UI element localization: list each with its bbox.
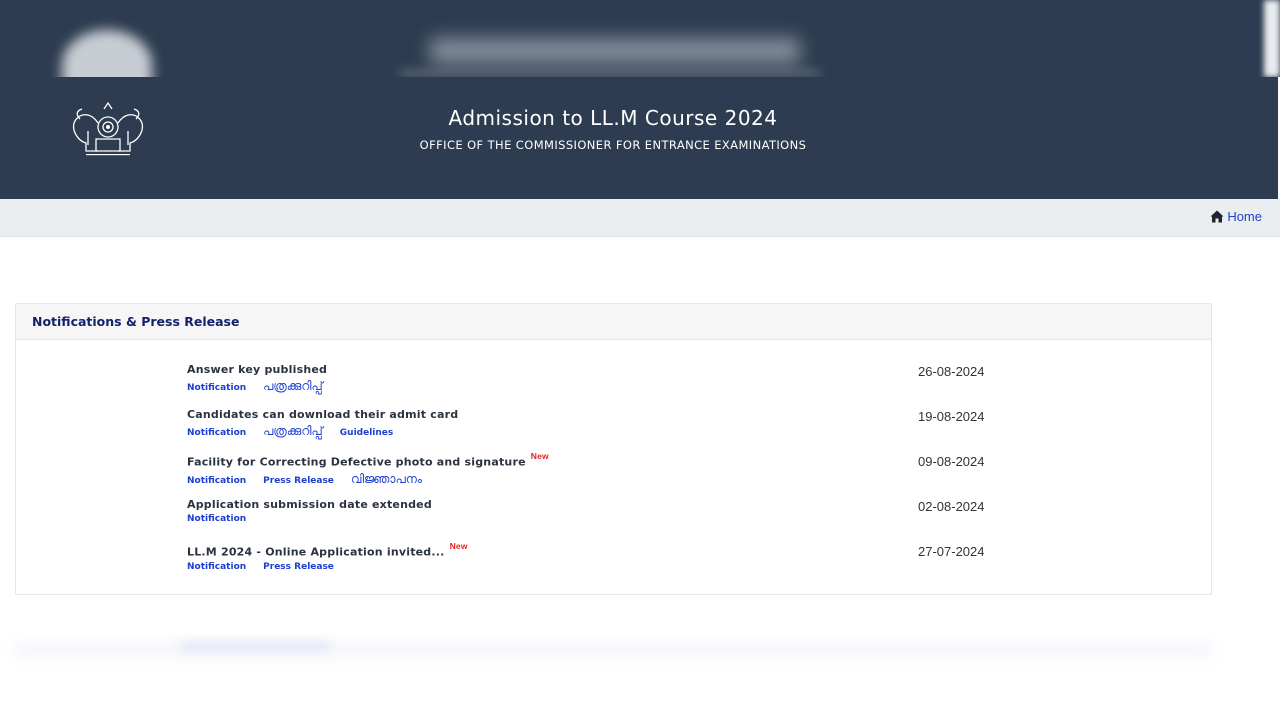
blurred-subtitle [400, 70, 820, 76]
notifications-panel: Notifications & Press Release Answer key… [15, 303, 1212, 595]
notification-link[interactable]: Notification [187, 562, 246, 572]
list-item: LL.M 2024 - Online Application invited..… [187, 541, 1047, 588]
blurred-header-shadow [0, 0, 1280, 77]
press-release-link[interactable]: Press Release [263, 476, 334, 486]
home-link[interactable]: Home [1210, 209, 1262, 224]
guidelines-link[interactable]: Guidelines [340, 428, 393, 438]
home-icon [1210, 210, 1224, 223]
notification-date: 02-08-2024 [918, 499, 985, 514]
press-note-malayalam-link[interactable]: പത്രക്കുറിപ്പ് [263, 424, 323, 439]
notification-link[interactable]: Notification [187, 514, 246, 524]
press-note-malayalam-link[interactable]: പത്രക്കുറിപ്പ് [263, 379, 323, 394]
notification-link[interactable]: Notification [187, 476, 246, 486]
new-badge: New [449, 541, 468, 551]
notification-link[interactable]: Notification [187, 428, 246, 438]
notification-list: Answer key published Notification പത്രക്… [187, 363, 1047, 588]
blurred-scrollbar [1264, 0, 1280, 77]
press-release-link[interactable]: Press Release [263, 562, 334, 572]
notification-date: 19-08-2024 [918, 409, 985, 424]
notification-link[interactable]: Notification [187, 383, 246, 393]
vijnapanam-malayalam-link[interactable]: വിജ്ഞാപനം [351, 472, 422, 487]
site-header: Admission to LL.M Course 2024 OFFICE OF … [0, 77, 1278, 199]
blurred-emblem [62, 30, 152, 77]
blurred-title [430, 38, 800, 64]
panel-header: Notifications & Press Release [16, 304, 1211, 340]
notification-date: 26-08-2024 [918, 364, 985, 379]
blurred-footer-text [180, 642, 330, 650]
notification-date: 27-07-2024 [918, 544, 985, 559]
home-link-label: Home [1227, 209, 1262, 224]
list-item: Facility for Correcting Defective photo … [187, 451, 1047, 498]
new-badge: New [530, 451, 549, 461]
panel-title: Notifications & Press Release [32, 314, 240, 329]
notification-date: 09-08-2024 [918, 454, 985, 469]
list-item: Answer key published Notification പത്രക്… [187, 363, 1047, 408]
page-title: Admission to LL.M Course 2024 [448, 106, 778, 130]
page-subtitle: OFFICE OF THE COMMISSIONER FOR ENTRANCE … [419, 138, 807, 152]
nav-bar: Home [0, 199, 1280, 237]
list-item: Candidates can download their admit card… [187, 408, 1047, 453]
list-item: Application submission date extended Not… [187, 498, 1047, 543]
